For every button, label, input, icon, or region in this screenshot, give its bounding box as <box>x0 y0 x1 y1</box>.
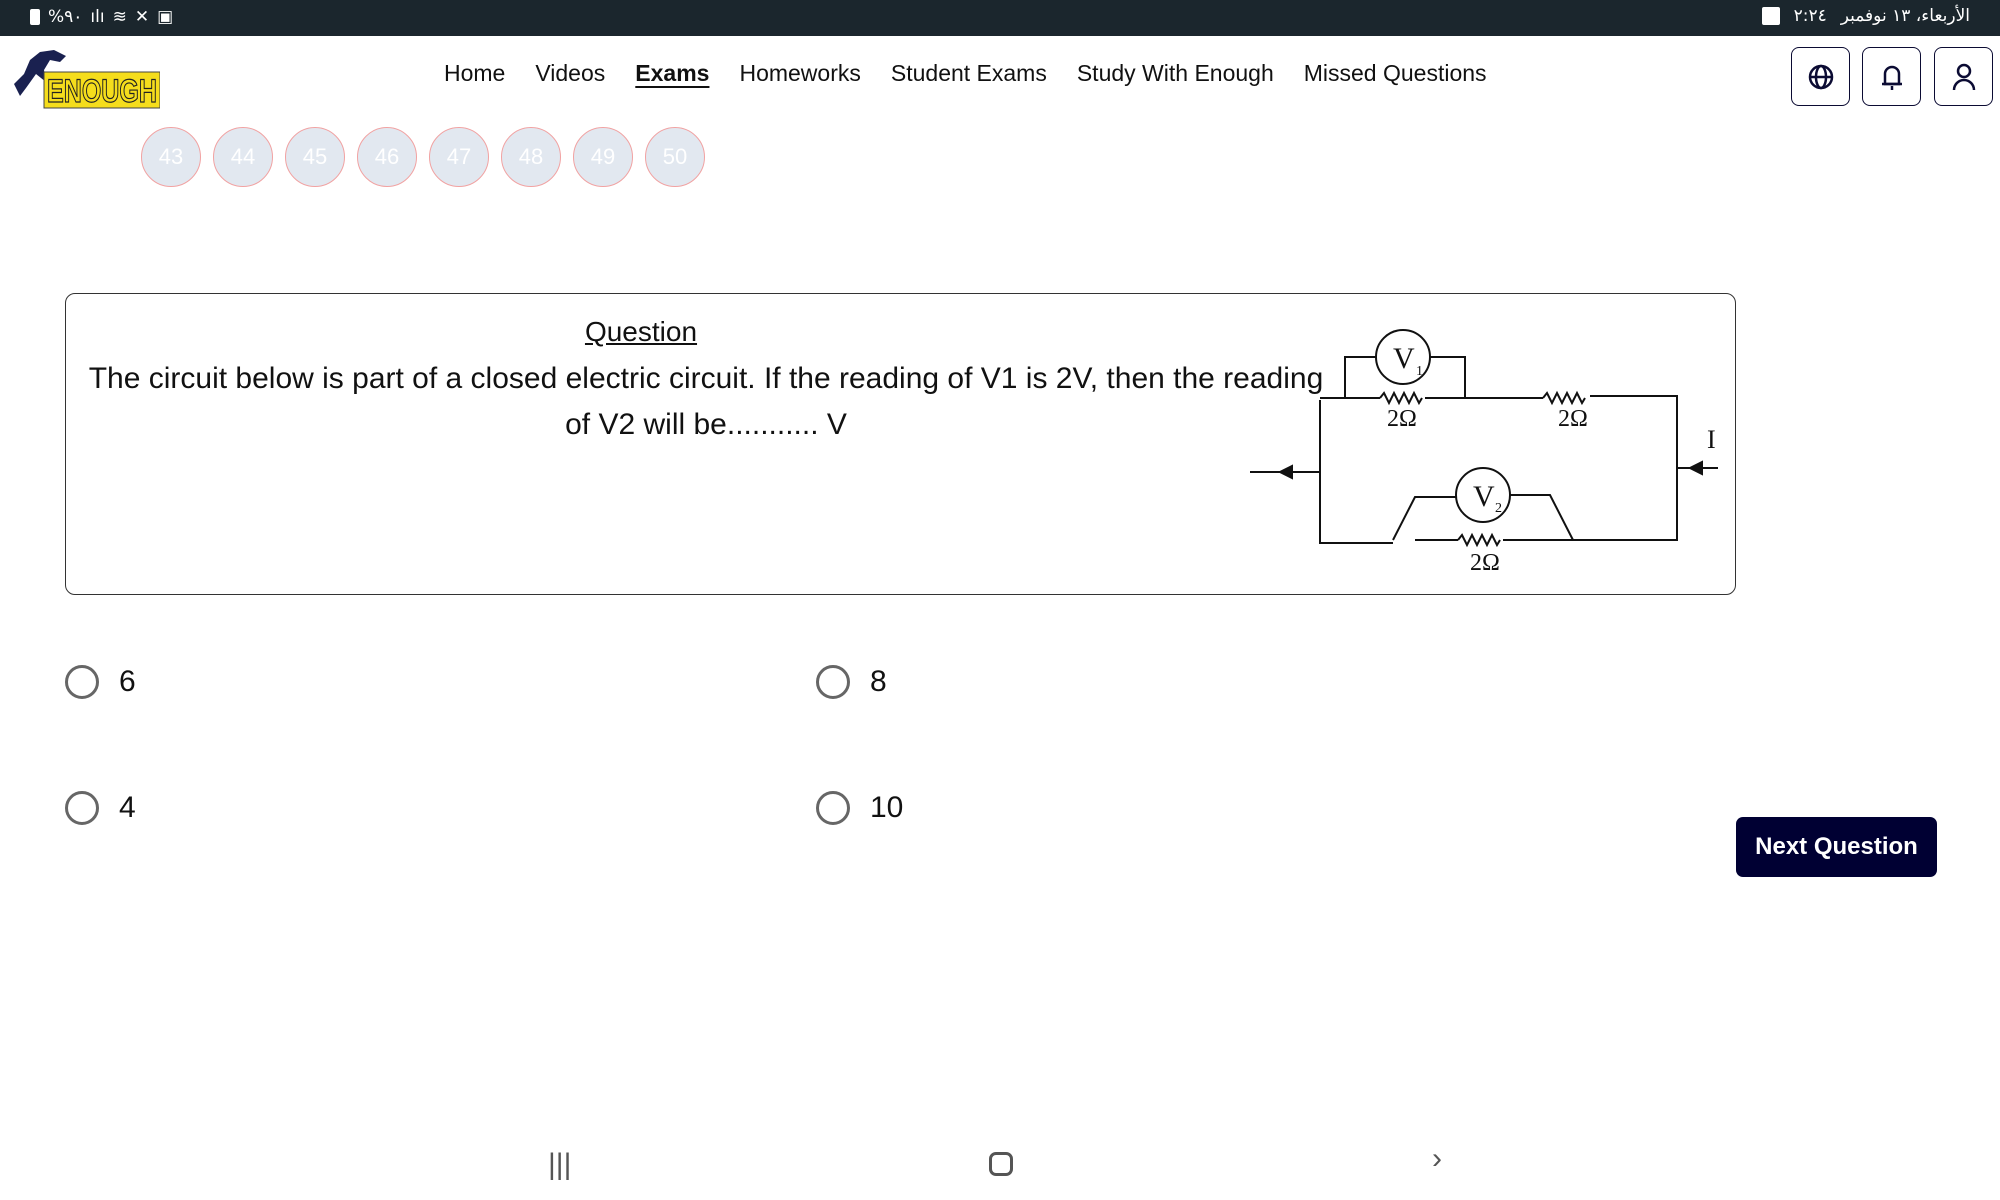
logo[interactable]: ENOUGH <box>10 44 161 110</box>
question-text: The circuit below is part of a closed el… <box>88 362 1324 441</box>
question-number-bubble[interactable]: 43 <box>141 127 201 187</box>
v1-sub: 1 <box>1416 364 1423 379</box>
logo-text: ENOUGH <box>47 73 157 109</box>
v2-label: V <box>1473 480 1495 513</box>
notifications-button[interactable] <box>1862 47 1921 106</box>
question-number-bubble[interactable]: 45 <box>285 127 345 187</box>
option-label: 10 <box>870 791 904 824</box>
v2-sub: 2 <box>1495 501 1502 516</box>
time-text: ٢:٢٤ <box>1793 6 1827 26</box>
arrow-in-icon <box>1687 460 1703 476</box>
question-title: Question <box>584 316 698 347</box>
option-a[interactable]: 6 <box>65 665 136 699</box>
nav-homeworks[interactable]: Homeworks <box>739 60 860 87</box>
radio-button[interactable] <box>816 665 850 699</box>
next-question-button[interactable]: Next Question <box>1736 817 1937 877</box>
nav-home[interactable]: Home <box>444 60 505 87</box>
globe-icon <box>1808 64 1833 89</box>
user-icon <box>1952 63 1975 90</box>
battery-level: %٩٠ <box>48 7 83 27</box>
radio-button[interactable] <box>816 791 850 825</box>
question-number-bubble[interactable]: 48 <box>501 127 561 187</box>
status-bar: %٩٠ ılı ≋ ✕ ▣ الأربعاء، ١٣ نوفمبر ٢:٢٤ <box>0 0 2000 36</box>
wifi-icon: ≋ <box>112 7 127 27</box>
question-number-bubble[interactable]: 46 <box>357 127 417 187</box>
question-number-bubble[interactable]: 49 <box>573 127 633 187</box>
option-c[interactable]: 4 <box>65 791 136 825</box>
circuit-diagram: V 1 V 2 2Ω 2Ω 2Ω I <box>1250 329 1718 576</box>
option-label: 6 <box>119 665 136 698</box>
option-b[interactable]: 8 <box>816 665 887 699</box>
home-icon[interactable] <box>989 1152 1013 1176</box>
resistor-3 <box>1457 532 1501 548</box>
nav-missed-questions[interactable]: Missed Questions <box>1304 60 1487 87</box>
r3-label: 2Ω <box>1470 550 1500 576</box>
option-label: 8 <box>870 665 887 698</box>
question-navigator: 43 44 45 46 47 48 49 50 <box>0 56 1700 207</box>
mute-icon: ✕ <box>134 7 150 27</box>
back-icon[interactable]: › <box>1432 1142 1442 1176</box>
r2-label: 2Ω <box>1558 406 1588 432</box>
date-text: الأربعاء، ١٣ نوفمبر <box>1840 6 1970 26</box>
radio-button[interactable] <box>65 791 99 825</box>
recent-apps-icon[interactable]: ||| <box>548 1148 571 1182</box>
language-button[interactable] <box>1791 47 1850 106</box>
nav-study-with-enough[interactable]: Study With Enough <box>1077 60 1274 87</box>
signal-icon: ılı <box>90 7 105 27</box>
question-number-bubble[interactable]: 50 <box>645 127 705 187</box>
recycle-icon: ▣ <box>157 7 174 27</box>
resistor-1 <box>1379 390 1423 406</box>
gallery-icon <box>1761 7 1780 25</box>
profile-button[interactable] <box>1934 47 1993 106</box>
bell-icon <box>1881 65 1902 90</box>
main-nav: Home Videos Exams Homeworks Student Exam… <box>444 60 1487 87</box>
question-number-bubble[interactable]: 47 <box>429 127 489 187</box>
battery-icon <box>30 9 40 25</box>
r1-label: 2Ω <box>1387 406 1417 432</box>
current-label: I <box>1707 425 1716 454</box>
android-nav-bar: ||| › <box>0 1130 2000 1200</box>
nav-student-exams[interactable]: Student Exams <box>891 60 1047 87</box>
resistor-2 <box>1542 390 1586 406</box>
v1-label: V <box>1393 342 1415 375</box>
question-number-bubble[interactable]: 44 <box>213 127 273 187</box>
header: ENOUGH Home Videos Exams Homeworks Stude… <box>0 36 2000 127</box>
radio-button[interactable] <box>65 665 99 699</box>
option-label: 4 <box>119 791 136 824</box>
nav-videos[interactable]: Videos <box>535 60 605 87</box>
option-d[interactable]: 10 <box>816 791 903 825</box>
nav-exams[interactable]: Exams <box>635 60 709 87</box>
arrow-out-icon <box>1277 464 1293 480</box>
